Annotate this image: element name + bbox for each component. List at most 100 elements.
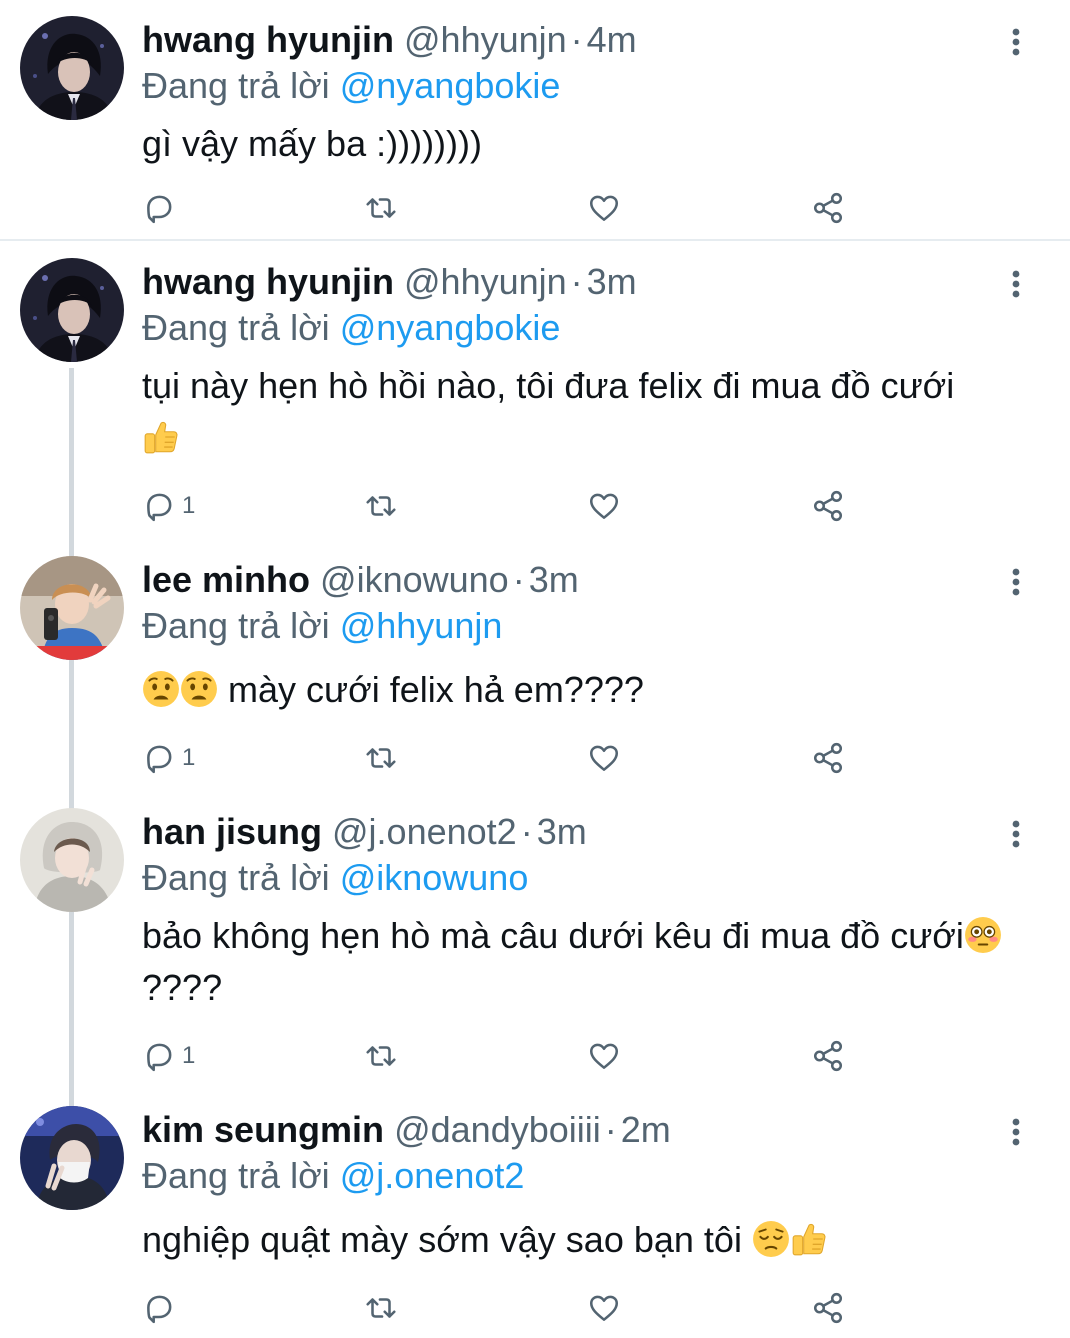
share-button[interactable]	[811, 1288, 845, 1328]
tweet-header: lee minho @iknowuno · 3m	[142, 558, 579, 602]
tweet-actions	[0, 1288, 1070, 1328]
separator-dot: ·	[512, 559, 525, 600]
replying-to-line: Đang trả lời @j.onenot2	[142, 1154, 524, 1198]
tweet-actions: 1	[0, 738, 1070, 778]
share-button[interactable]	[811, 486, 845, 526]
more-options-icon[interactable]	[1000, 26, 1032, 58]
reply-icon	[142, 489, 176, 523]
retweet-icon	[363, 1291, 399, 1325]
flushed-face-emoji	[964, 916, 1002, 954]
separator-dot: ·	[520, 811, 533, 852]
display-name[interactable]: hwang hyunjin	[142, 261, 394, 302]
tweet-text-suffix: ????	[142, 967, 223, 1008]
timestamp[interactable]: 3m	[537, 811, 587, 852]
heart-icon	[587, 191, 621, 225]
reply-icon	[142, 1291, 176, 1325]
share-icon	[811, 191, 845, 225]
share-icon	[811, 1039, 845, 1073]
more-options-icon[interactable]	[1000, 818, 1032, 850]
retweet-button[interactable]	[363, 738, 399, 778]
user-handle[interactable]: @dandyboiiii	[394, 1109, 601, 1150]
replying-to-line: Đang trả lời @hhyunjn	[142, 604, 502, 648]
retweet-button[interactable]	[363, 486, 399, 526]
timestamp[interactable]: 4m	[587, 19, 637, 60]
mention-link[interactable]: @nyangbokie	[340, 65, 561, 106]
reply-button[interactable]: 1	[142, 738, 195, 778]
reply-icon	[142, 1039, 176, 1073]
tweet-text: bảo không hẹn hò mà câu dưới kêu đi mua …	[142, 910, 1002, 1014]
tweet[interactable]: hwang hyunjin @hhyunjn · 4m Đang trả lời @…	[0, 16, 1070, 236]
display-name[interactable]: lee minho	[142, 559, 310, 600]
more-options-icon[interactable]	[1000, 1116, 1032, 1148]
tweet-text-content: bảo không hẹn hò mà câu dưới kêu đi mua …	[142, 915, 964, 956]
timestamp[interactable]: 3m	[529, 559, 579, 600]
display-name[interactable]: hwang hyunjin	[142, 19, 394, 60]
tweet-header: hwang hyunjin @hhyunjn · 3m	[142, 260, 637, 304]
avatar[interactable]	[20, 556, 124, 660]
user-handle[interactable]: @hhyunjn	[404, 261, 567, 302]
heart-icon	[587, 741, 621, 775]
display-name[interactable]: han jisung	[142, 811, 322, 852]
reply-button[interactable]	[142, 188, 182, 228]
reply-count: 1	[182, 492, 196, 519]
timestamp[interactable]: 2m	[621, 1109, 671, 1150]
tweet-text: nghiệp quật mày sớm vậy sao bạn tôi	[142, 1214, 1002, 1266]
retweet-icon	[363, 191, 399, 225]
reply-button[interactable]: 1	[142, 1036, 195, 1076]
user-handle[interactable]: @hhyunjn	[404, 19, 567, 60]
worried-face-emoji	[142, 670, 180, 708]
tweet[interactable]: kim seungmin @dandyboiiii · 2m Đang trả lờ…	[0, 1106, 1070, 1336]
share-button[interactable]	[811, 188, 845, 228]
share-button[interactable]	[811, 738, 845, 778]
share-button[interactable]	[811, 1036, 845, 1076]
retweet-button[interactable]	[363, 1036, 399, 1076]
share-icon	[811, 741, 845, 775]
separator-dot: ·	[604, 1109, 617, 1150]
heart-icon	[587, 489, 621, 523]
tweet-header: hwang hyunjin @hhyunjn · 4m	[142, 18, 637, 62]
mention-link[interactable]: @hhyunjn	[340, 605, 503, 646]
more-options-icon[interactable]	[1000, 268, 1032, 300]
tweet-actions: 1	[0, 486, 1070, 526]
reply-icon	[142, 741, 176, 775]
mention-link[interactable]: @iknowuno	[340, 857, 529, 898]
reply-count: 1	[182, 744, 196, 771]
tweet[interactable]: lee minho @iknowuno · 3m Đang trả lời @hhy…	[0, 556, 1070, 786]
replying-to-line: Đang trả lời @nyangbokie	[142, 64, 560, 108]
mention-link[interactable]: @j.onenot2	[340, 1155, 525, 1196]
avatar[interactable]	[20, 808, 124, 912]
tweet-divider	[0, 239, 1070, 241]
like-button[interactable]	[587, 738, 621, 778]
more-options-icon[interactable]	[1000, 566, 1032, 598]
user-handle[interactable]: @j.onenot2	[332, 811, 517, 852]
reply-count: 1	[182, 1042, 196, 1069]
replying-to-line: Đang trả lời @iknowuno	[142, 856, 528, 900]
reply-button[interactable]	[142, 1288, 182, 1328]
retweet-button[interactable]	[363, 1288, 399, 1328]
heart-icon	[587, 1039, 621, 1073]
mention-link[interactable]: @nyangbokie	[340, 307, 561, 348]
avatar[interactable]	[20, 258, 124, 362]
replying-to-label: Đang trả lời	[142, 1155, 330, 1196]
timestamp[interactable]: 3m	[587, 261, 637, 302]
display-name[interactable]: kim seungmin	[142, 1109, 384, 1150]
like-button[interactable]	[587, 1288, 621, 1328]
like-button[interactable]	[587, 1036, 621, 1076]
avatar[interactable]	[20, 1106, 124, 1210]
tweet-text-content: mày cưới felix hả em????	[228, 669, 644, 710]
tweet-header: han jisung @j.onenot2 · 3m	[142, 810, 587, 854]
reply-button[interactable]: 1	[142, 486, 195, 526]
tweet-text-content: gì vậy mấy ba :))))))))	[142, 123, 483, 164]
worried-face-emoji	[180, 670, 218, 708]
user-handle[interactable]: @iknowuno	[320, 559, 509, 600]
separator-dot: ·	[570, 261, 583, 302]
separator-dot: ·	[570, 19, 583, 60]
like-button[interactable]	[587, 188, 621, 228]
retweet-button[interactable]	[363, 188, 399, 228]
avatar[interactable]	[20, 16, 124, 120]
heart-icon	[587, 1291, 621, 1325]
like-button[interactable]	[587, 486, 621, 526]
tweet[interactable]: han jisung @j.onenot2 · 3m Đang trả lời @i…	[0, 808, 1070, 1088]
retweet-icon	[363, 741, 399, 775]
tweet[interactable]: hwang hyunjin @hhyunjn · 3m Đang trả lời @…	[0, 258, 1070, 538]
